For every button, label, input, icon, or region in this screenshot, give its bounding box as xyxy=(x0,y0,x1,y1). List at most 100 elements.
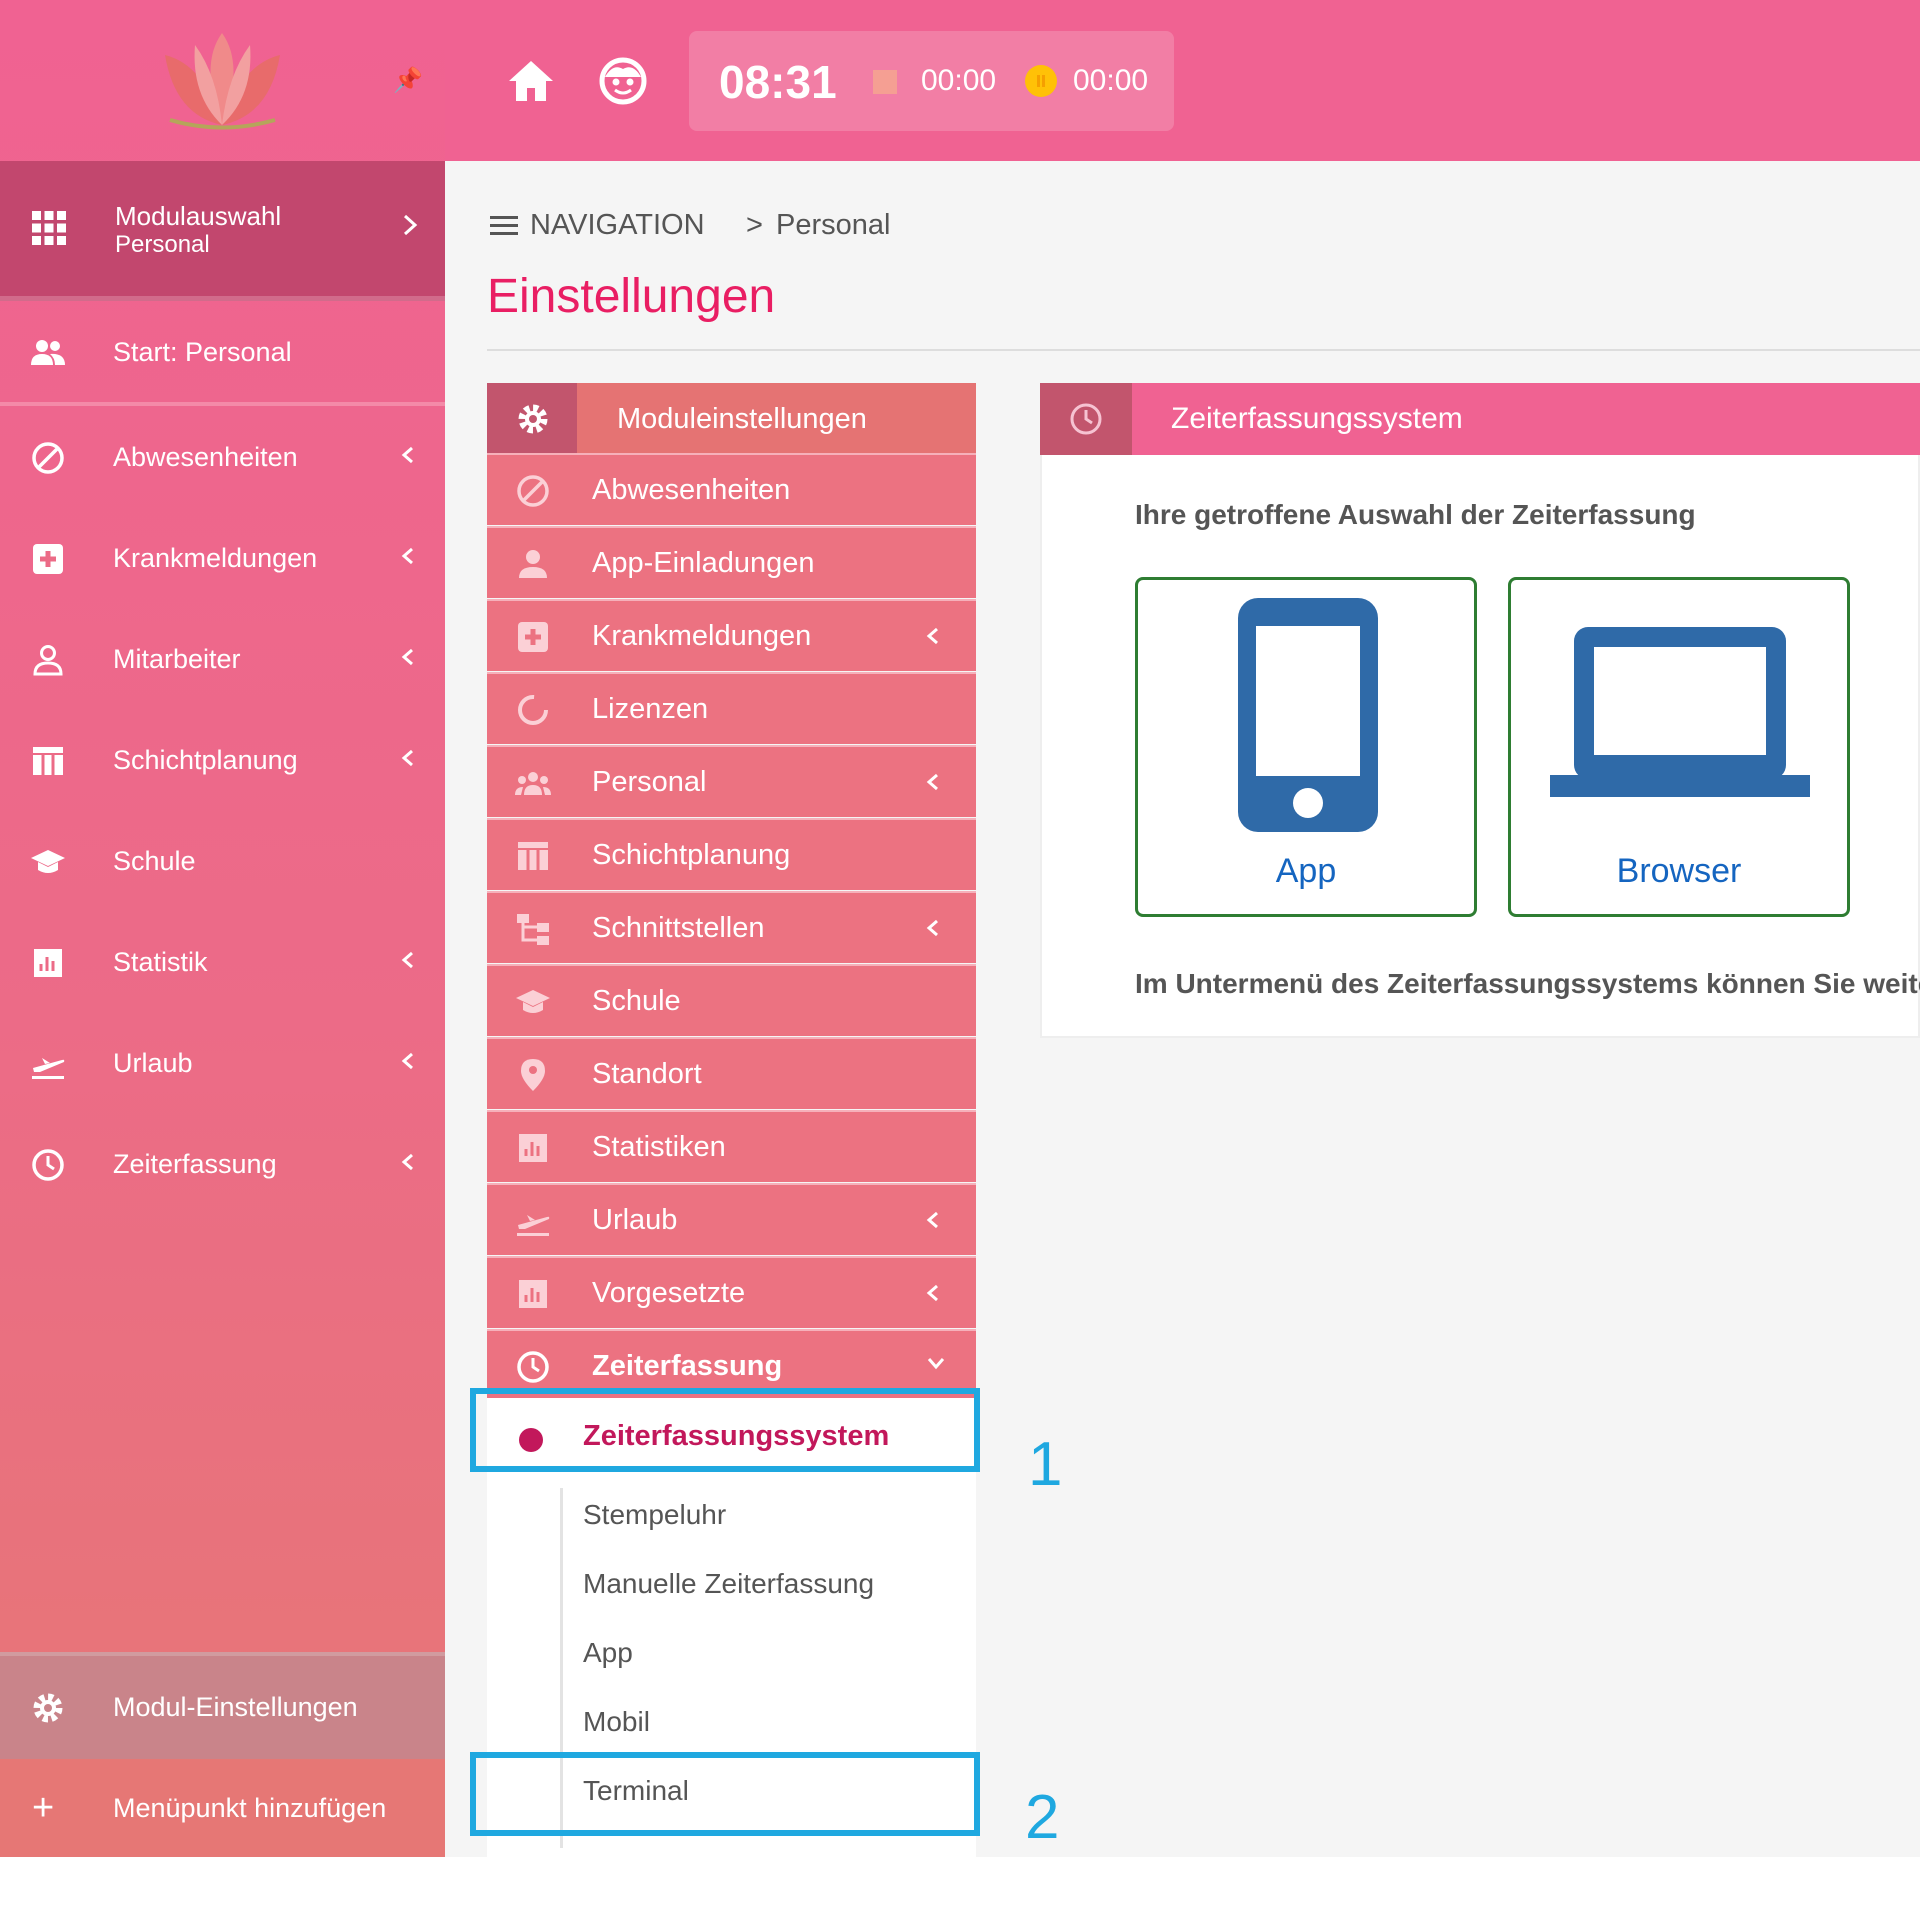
submenu-item-mobil[interactable]: Mobil xyxy=(583,1706,650,1738)
card-description: Ihre getroffene Auswahl der Zeiterfassun… xyxy=(1135,499,1696,530)
settings-item-krankmeldungen[interactable]: Krankmeldungen xyxy=(487,599,976,671)
sidebar-item-statistik[interactable]: Statistik xyxy=(0,911,445,1012)
settings-item-standort[interactable]: Standort xyxy=(487,1037,976,1109)
add-menu-item-button[interactable]: + Menüpunkt hinzufügen xyxy=(0,1759,445,1857)
sidebar-item-mitarbeiter[interactable]: Mitarbeiter xyxy=(0,608,445,709)
settings-item-label: Schnittstellen xyxy=(592,912,765,944)
sidebar-item-krankmeldungen[interactable]: Krankmeldungen xyxy=(0,507,445,608)
sidebar-item-label: Krankmeldungen xyxy=(113,543,318,573)
chevron-left-icon xyxy=(400,1050,416,1072)
sidebar-item-label: Abwesenheiten xyxy=(113,442,298,472)
chevron-left-icon xyxy=(925,625,941,647)
breadcrumb-current[interactable]: Personal xyxy=(776,209,890,242)
settings-item-label: Personal xyxy=(592,766,707,798)
divider xyxy=(487,349,1920,351)
sidebar-item-label: Schule xyxy=(113,846,196,876)
stop-icon[interactable] xyxy=(873,70,897,94)
sidebar-item-label: Mitarbeiter xyxy=(113,644,241,674)
chevron-left-icon xyxy=(925,771,941,793)
medical-icon xyxy=(515,619,551,655)
graduation-cap-icon xyxy=(30,844,66,880)
sidebar-item-urlaub[interactable]: Urlaub xyxy=(0,1012,445,1113)
module-select-title: Modulauswahl xyxy=(115,201,282,231)
settings-item-schichtplanung[interactable]: Schichtplanung xyxy=(487,818,976,890)
clock-icon xyxy=(30,1147,66,1183)
settings-item-label: Schule xyxy=(592,985,681,1017)
sidebar-item-modul-einstellungen[interactable]: Modul-Einstellungen xyxy=(0,1652,445,1759)
sidebar-item-label: Urlaub xyxy=(113,1048,193,1078)
annotation-number-2: 2 xyxy=(1025,1783,1060,1852)
module-select[interactable]: Modulauswahl Personal xyxy=(0,161,445,301)
page-title: Einstellungen xyxy=(487,270,776,323)
chevron-left-icon xyxy=(925,917,941,939)
settings-item-lizenzen[interactable]: Lizenzen xyxy=(487,672,976,744)
settings-item-statistiken[interactable]: Statistiken xyxy=(487,1110,976,1182)
card-header: Zeiterfassungssystem xyxy=(1040,383,1920,455)
add-menu-item-label: Menüpunkt hinzufügen xyxy=(113,1793,387,1823)
chevron-left-icon xyxy=(925,1282,941,1304)
breadcrumb-navigation[interactable]: NAVIGATION xyxy=(530,209,705,242)
settings-item-label: Schichtplanung xyxy=(592,839,791,871)
settings-item-urlaub[interactable]: Urlaub xyxy=(487,1183,976,1255)
airplane-icon xyxy=(515,1203,551,1239)
annotation-box-1 xyxy=(470,1388,980,1472)
sidebar-item-start[interactable]: Start: Personal xyxy=(0,301,445,406)
settings-item-schnittstellen[interactable]: Schnittstellen xyxy=(487,891,976,963)
settings-item-personal[interactable]: Personal xyxy=(487,745,976,817)
pin-icon[interactable]: 📌 xyxy=(393,66,423,95)
time-tracker[interactable]: 08:31 00:00 00:00 xyxy=(689,31,1174,131)
person-icon xyxy=(515,546,551,582)
clock-icon xyxy=(515,1349,551,1385)
settings-item-app-einladungen[interactable]: App-Einladungen xyxy=(487,526,976,598)
plus-icon: + xyxy=(32,1787,55,1829)
chevron-down-icon xyxy=(925,1355,947,1371)
submenu-item-app[interactable]: App xyxy=(583,1637,633,1669)
chevron-right-icon xyxy=(400,213,420,237)
clock-time: 08:31 xyxy=(719,56,837,108)
chart-icon xyxy=(515,1276,551,1312)
sidebar-item-label: Statistik xyxy=(113,947,208,977)
app-option-card[interactable]: App xyxy=(1135,577,1477,917)
main-content: NAVIGATION > Personal Einstellungen Modu… xyxy=(445,161,1920,1858)
module-select-subtitle: Personal xyxy=(115,231,210,258)
person-icon xyxy=(30,642,66,678)
smiley-face-icon[interactable] xyxy=(597,55,649,107)
grid-icon xyxy=(32,211,66,245)
sidebar-item-zeiterfassung[interactable]: Zeiterfassung xyxy=(0,1113,445,1214)
annotation-box-2 xyxy=(470,1752,980,1836)
block-icon xyxy=(515,473,551,509)
clock-icon xyxy=(1040,383,1132,455)
logo-area: 📌 xyxy=(0,0,445,161)
chevron-left-icon xyxy=(400,747,416,769)
settings-item-abwesenheiten[interactable]: Abwesenheiten xyxy=(487,453,976,525)
settings-item-label: Lizenzen xyxy=(592,693,709,725)
settings-item-label: Standort xyxy=(592,1058,702,1090)
pause-icon[interactable] xyxy=(1025,65,1057,97)
gear-icon xyxy=(30,1690,66,1726)
settings-item-label: Urlaub xyxy=(592,1204,678,1236)
group-icon xyxy=(30,335,66,371)
sidebar-item-schichtplanung[interactable]: Schichtplanung xyxy=(0,709,445,810)
settings-item-vorgesetzte[interactable]: Vorgesetzte xyxy=(487,1256,976,1328)
submenu-item-manuelle-zeiterfassung[interactable]: Manuelle Zeiterfassung xyxy=(583,1568,874,1600)
map-pin-icon xyxy=(515,1057,551,1093)
sidebar-item-label: Start: Personal xyxy=(113,337,292,367)
circle-notch-icon xyxy=(515,692,551,728)
time-tracking-system-card: Zeiterfassungssystem Ihre getroffene Aus… xyxy=(1040,383,1920,1038)
settings-item-label: Statistiken xyxy=(592,1131,726,1163)
submenu-item-stempeluhr[interactable]: Stempeluhr xyxy=(583,1499,726,1531)
calendar-icon xyxy=(515,838,551,874)
hamburger-icon[interactable] xyxy=(490,215,518,237)
sidebar-item-abwesenheiten[interactable]: Abwesenheiten xyxy=(0,406,445,507)
chevron-left-icon xyxy=(400,949,416,971)
settings-item-schule[interactable]: Schule xyxy=(487,964,976,1036)
group-icon xyxy=(515,765,551,801)
home-icon[interactable] xyxy=(505,55,557,107)
browser-option-card[interactable]: Browser xyxy=(1508,577,1850,917)
app-option-label: App xyxy=(1275,852,1337,890)
lotus-logo-icon xyxy=(155,25,290,135)
sidebar-item-schule[interactable]: Schule xyxy=(0,810,445,911)
smartphone-icon xyxy=(1236,596,1380,834)
graduation-cap-icon xyxy=(515,984,551,1020)
settings-item-label: Vorgesetzte xyxy=(592,1277,746,1309)
